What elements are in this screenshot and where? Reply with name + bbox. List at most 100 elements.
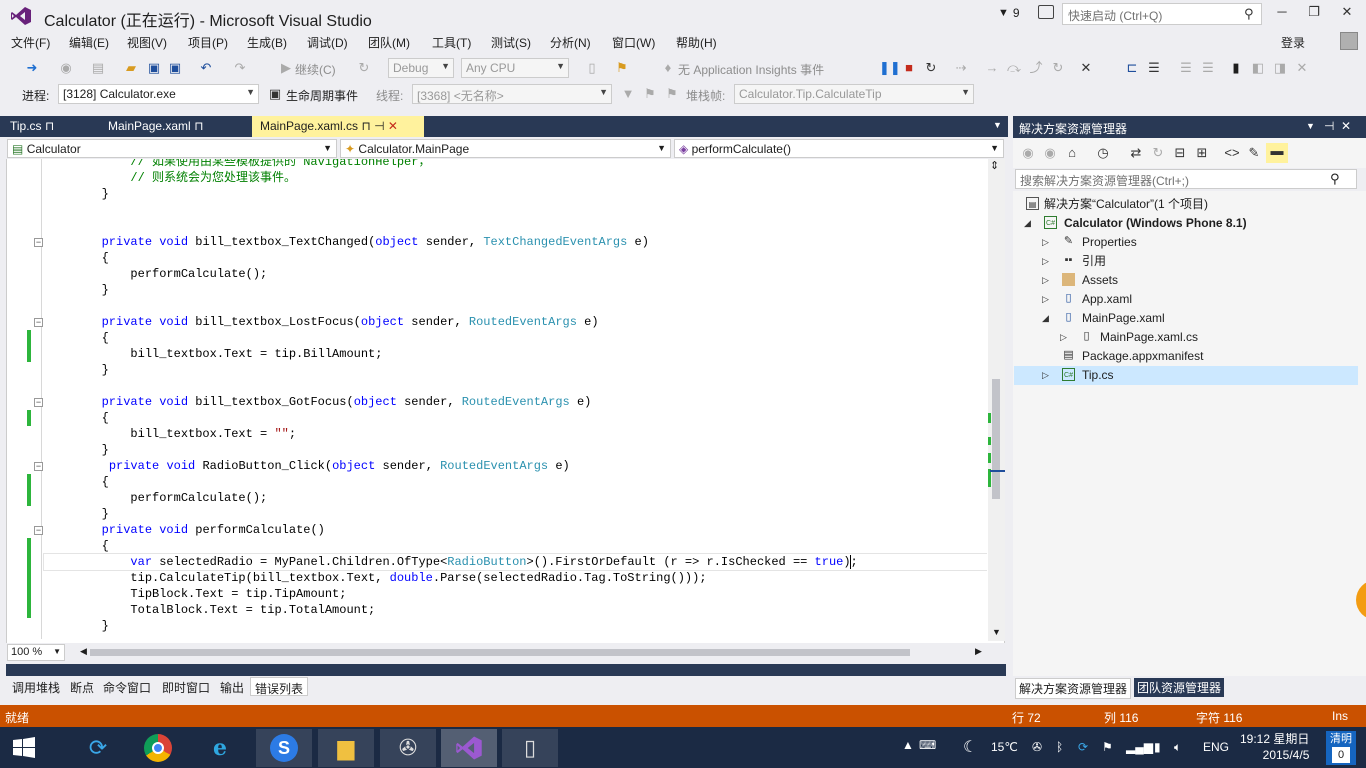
clear-bookmarks-icon[interactable]: ✕ <box>1294 60 1310 76</box>
solution-search-input[interactable]: 搜索解决方案资源管理器(Ctrl+;) <box>1015 169 1357 189</box>
expanded-arrow-icon[interactable]: ◢ <box>1024 218 1031 229</box>
start-button[interactable] <box>0 729 48 767</box>
menu-file[interactable]: 文件(F) <box>11 34 50 51</box>
tree-node-solution[interactable]: 解决方案“Calculator”(1 个项目) <box>1044 195 1208 213</box>
code-line[interactable]: } <box>44 506 987 522</box>
code-line[interactable]: tip.CalculateTip(bill_textbox.Text, doub… <box>44 570 987 586</box>
vertical-scrollbar[interactable]: ⇕ ▼ <box>988 159 1005 641</box>
menu-team[interactable]: 团队(M) <box>368 34 410 51</box>
feedback-icon[interactable] <box>1038 5 1054 19</box>
code-line[interactable]: private void performCalculate() <box>44 522 987 538</box>
collapsed-arrow-icon[interactable]: ▷ <box>1042 237 1049 248</box>
internet-explorer-icon[interactable]: e <box>192 729 248 767</box>
code-line[interactable]: TotalBlock.Text = tip.TotalAmount; <box>44 602 987 618</box>
code-line[interactable]: private void bill_textbox_TextChanged(ob… <box>44 234 987 250</box>
action-center-flag-icon[interactable]: ⚑ <box>1102 740 1113 754</box>
preview-icon[interactable]: ▬ <box>1266 143 1288 163</box>
forward-icon[interactable]: ◉ <box>58 60 74 76</box>
tab-tip-cs[interactable]: Tip.cs ⊓ <box>2 116 62 137</box>
code-line[interactable] <box>44 218 987 234</box>
continue-button[interactable]: 继续(C) <box>295 61 336 78</box>
wifi-signal-icon[interactable]: ▂▄▆ <box>1126 740 1153 754</box>
flag-all-icon[interactable]: ⚑ <box>664 86 680 102</box>
sync-app-icon[interactable]: ⟳ <box>70 729 126 767</box>
show-all-files-icon[interactable]: ⊞ <box>1194 145 1210 161</box>
code-line[interactable]: private void bill_textbox_LostFocus(obje… <box>44 314 987 330</box>
process-select[interactable]: [3128] Calculator.exe ▼ <box>58 84 259 104</box>
pin-tab-icon[interactable]: ⊣ <box>374 119 384 133</box>
member-nav-select[interactable]: ◈ performCalculate() ▼ <box>674 139 1004 158</box>
tree-node-project[interactable]: Calculator (Windows Phone 8.1) <box>1064 214 1247 232</box>
filter-icon[interactable]: ▼ <box>620 86 636 102</box>
code-line[interactable]: { <box>44 410 987 426</box>
tab-mainpage-xaml-cs[interactable]: MainPage.xaml.cs ⊓ ⊣ ✕ <box>252 116 424 137</box>
scroll-right-icon[interactable]: ▶ <box>975 646 982 657</box>
save-all-icon[interactable]: ▣ <box>167 60 183 76</box>
code-area[interactable]: // 如果使用由某些模板提供的 NavigationHelper， // 则系统… <box>7 159 987 641</box>
view-code-icon[interactable]: <> <box>1224 145 1240 161</box>
show-hidden-icons[interactable]: ▲ <box>902 738 914 752</box>
weather-moon-icon[interactable]: ☾ <box>963 737 977 757</box>
refresh-icon[interactable]: ↻ <box>1050 60 1066 76</box>
file-explorer-icon[interactable]: ▆ <box>318 729 374 767</box>
scroll-thumb[interactable] <box>992 379 1000 499</box>
code-line[interactable] <box>44 298 987 314</box>
forward-icon[interactable]: ◉ <box>1042 145 1058 161</box>
bookmark-icon[interactable]: ▮ <box>1228 60 1244 76</box>
tree-node-properties[interactable]: Properties <box>1082 233 1137 251</box>
tab-team-explorer[interactable]: 团队资源管理器 <box>1134 678 1225 697</box>
menu-view[interactable]: 视图(V) <box>127 34 167 51</box>
home-icon[interactable]: ⌂ <box>1064 145 1080 161</box>
code-line[interactable]: bill_textbox.Text = ""; <box>44 426 987 442</box>
horizontal-scroll-thumb[interactable] <box>90 649 910 656</box>
tree-node-app-xaml[interactable]: App.xaml <box>1082 290 1132 308</box>
pause-icon[interactable]: ❚❚ <box>879 60 901 76</box>
maximize-button[interactable]: ❐ <box>1300 4 1328 24</box>
collapsed-arrow-icon[interactable]: ▷ <box>1042 294 1049 305</box>
tree-node-assets[interactable]: Assets <box>1082 271 1118 289</box>
code-line[interactable]: } <box>44 282 987 298</box>
thread-select[interactable]: [3368] <无名称> ▼ <box>412 84 612 104</box>
network-app-icon[interactable]: ✇ <box>1032 740 1042 754</box>
thread-icon[interactable]: ⊏ <box>1124 60 1140 76</box>
code-line[interactable]: } <box>44 442 987 458</box>
open-file-icon[interactable]: ▰ <box>123 60 139 76</box>
menu-build[interactable]: 生成(B) <box>247 34 287 51</box>
code-line[interactable]: TipBlock.Text = tip.TipAmount; <box>44 586 987 602</box>
collapsed-arrow-icon[interactable]: ▷ <box>1060 332 1067 343</box>
tab-command-window[interactable]: 命令窗口 <box>99 677 155 696</box>
tree-node-mainpage-xaml[interactable]: MainPage.xaml <box>1082 309 1165 327</box>
tree-node-mainpage-xaml-cs[interactable]: MainPage.xaml.cs <box>1100 328 1198 346</box>
pin-icon[interactable]: ⊓ <box>361 119 370 133</box>
continue-icon[interactable]: ▶ <box>278 60 294 76</box>
project-nav-select[interactable]: ▤ Calculator ▼ <box>7 139 337 158</box>
insights-button[interactable]: 无 Application Insights 事件 <box>678 61 824 78</box>
prev-bookmark-icon[interactable]: ◧ <box>1250 60 1266 76</box>
volume-icon[interactable]: 🔈︎ <box>1174 740 1181 755</box>
platform-select[interactable]: Any CPU ▼ <box>461 58 569 78</box>
uncomment-icon[interactable]: ☰ <box>1200 60 1216 76</box>
code-line[interactable]: performCalculate(); <box>44 266 987 282</box>
menu-tools[interactable]: 工具(T) <box>432 34 471 51</box>
notifications-button[interactable]: ▼ 9 <box>998 6 1020 20</box>
collapse-region-icon[interactable]: − <box>34 462 43 471</box>
lifecycle-events-button[interactable]: 生命周期事件 <box>286 87 358 104</box>
sync-tray-icon[interactable]: ⟳ <box>1078 740 1088 754</box>
tab-error-list[interactable]: 错误列表 <box>250 677 309 696</box>
scroll-down-icon[interactable]: ▼ <box>992 627 1001 637</box>
split-icon[interactable]: ⇕ <box>990 159 999 172</box>
collapse-region-icon[interactable]: − <box>34 526 43 535</box>
avatar[interactable] <box>1340 32 1358 50</box>
tab-solution-explorer[interactable]: 解决方案资源管理器 <box>1015 678 1132 699</box>
tab-mainpage-xaml[interactable]: MainPage.xaml ⊓ <box>100 116 211 137</box>
class-nav-select[interactable]: ✦ Calculator.MainPage ▼ <box>340 139 671 158</box>
bluetooth-icon[interactable]: ᛒ <box>1056 740 1063 754</box>
undo-icon[interactable]: ↶ <box>198 60 214 76</box>
menu-debug[interactable]: 调试(D) <box>307 34 348 51</box>
tree-node-tip-cs[interactable]: Tip.cs <box>1082 366 1114 384</box>
menu-project[interactable]: 项目(P) <box>188 34 228 51</box>
code-line[interactable]: private void bill_textbox_GotFocus(objec… <box>44 394 987 410</box>
notification-center-button[interactable]: 清明 0 <box>1326 731 1356 765</box>
tab-breakpoints[interactable]: 断点 <box>66 677 98 696</box>
close-icon[interactable]: ✕ <box>1341 119 1351 133</box>
